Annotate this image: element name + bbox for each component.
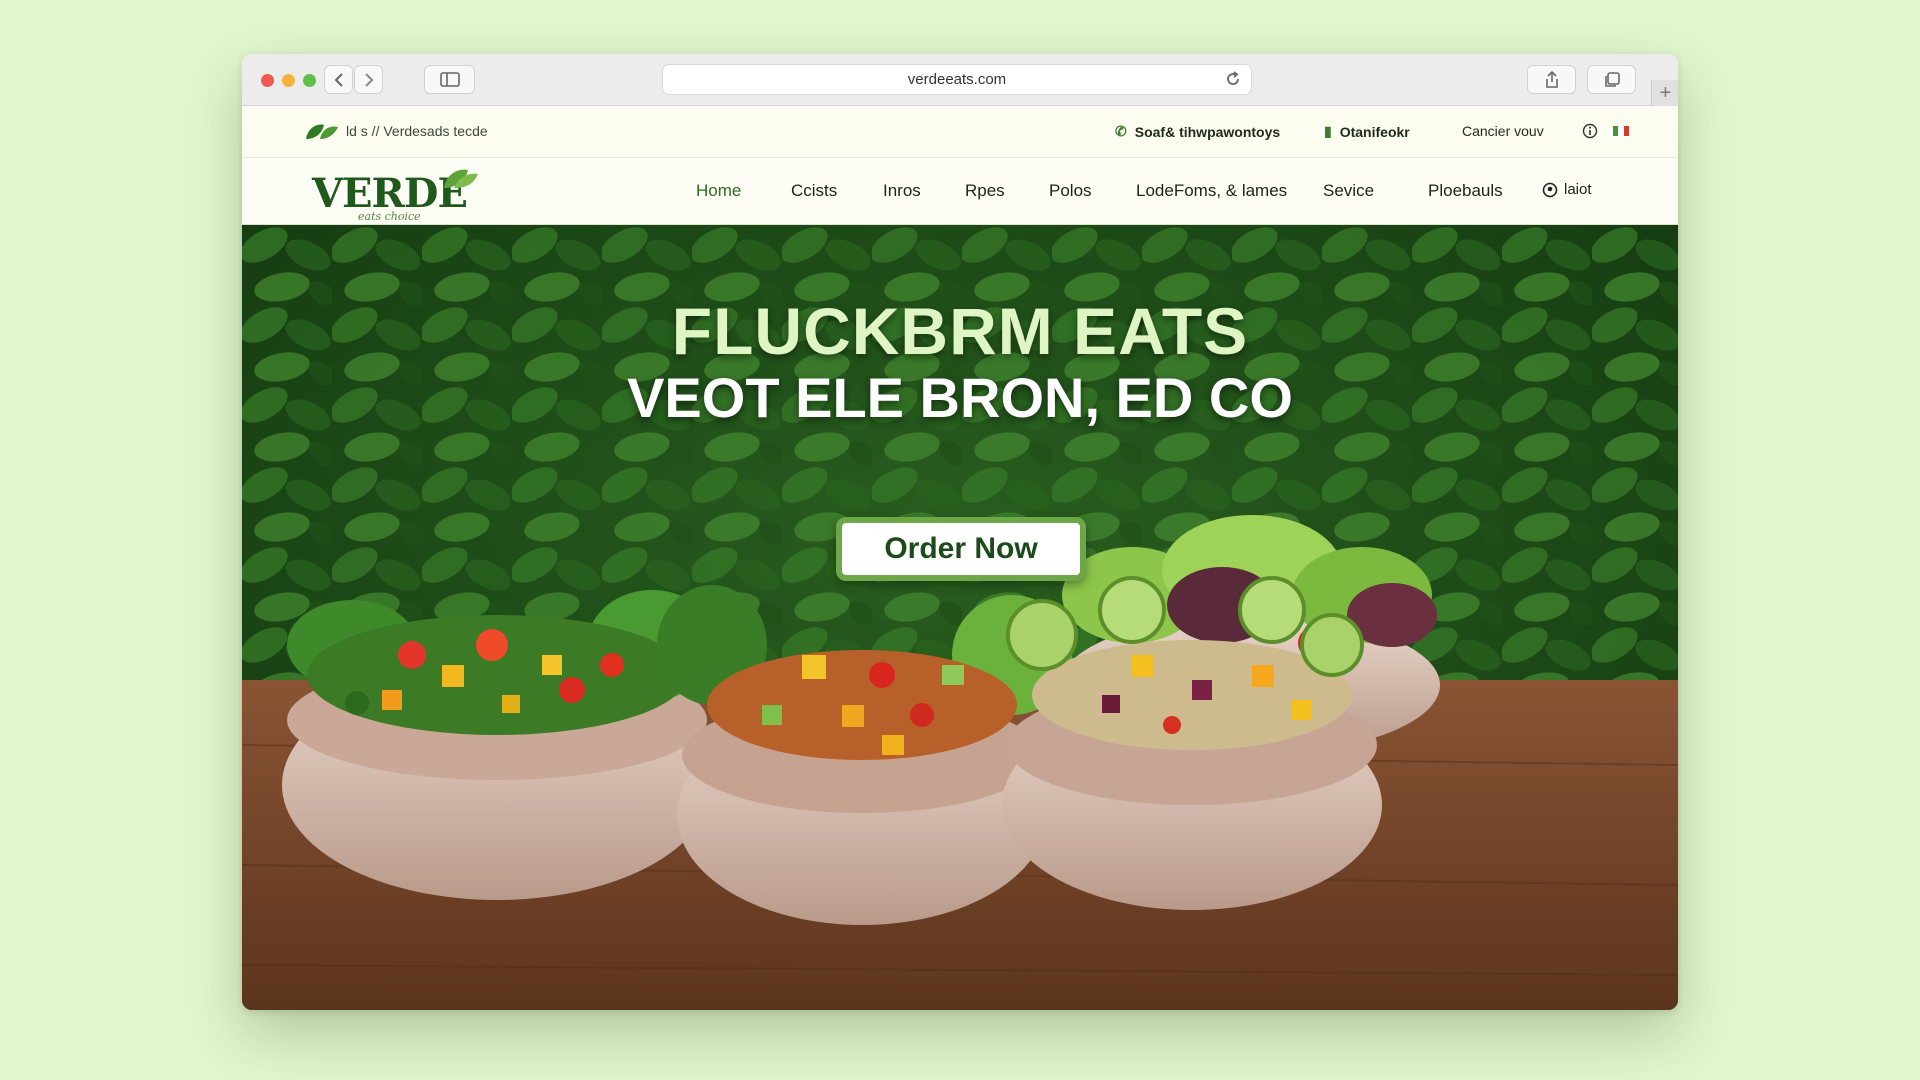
order-now-button[interactable]: Order Now (836, 517, 1086, 581)
chevron-left-icon (334, 72, 343, 87)
nav-account-label: laiot (1564, 181, 1592, 198)
user-icon (1542, 182, 1558, 197)
forward-button[interactable] (354, 65, 383, 94)
back-button[interactable] (324, 65, 353, 94)
nav-item-5[interactable]: Polos (1049, 181, 1092, 201)
leaf-logo-icon (306, 124, 338, 139)
tabs-icon (1604, 71, 1620, 87)
nav-item-6[interactable]: LodeFoms, & lames (1136, 181, 1287, 201)
reload-icon[interactable] (1225, 71, 1241, 92)
flag-icon (1613, 126, 1629, 136)
topbar-link-2[interactable]: ▮ Otanifeokr (1324, 123, 1410, 140)
topbar-link-2-text: Otanifeokr (1339, 123, 1410, 140)
site-tagline: ld s // Verdesads tecde (346, 123, 488, 139)
new-tab-button[interactable]: + (1651, 80, 1678, 106)
maximize-window-button[interactable] (303, 74, 316, 87)
main-navbar: VERDE eats choice Home Ccists Inros Rpes… (242, 158, 1678, 225)
topbar-link-3[interactable]: Cancier vouv (1462, 123, 1544, 139)
nav-item-3[interactable]: Inros (883, 181, 921, 201)
hero-title: FLUCKBRM EATS (671, 294, 1249, 368)
hero-subtitle: VEOT ELE BRON, ED CO (627, 366, 1293, 429)
nav-item-4[interactable]: Rpes (965, 181, 1005, 201)
address-bar[interactable]: verdeeats.com (662, 64, 1252, 95)
browser-toolbar: verdeeats.com + (242, 54, 1678, 106)
nav-item-2[interactable]: Ccists (791, 181, 837, 201)
nav-account[interactable]: laiot (1542, 181, 1592, 198)
info-icon (1582, 123, 1598, 139)
info-button[interactable] (1582, 123, 1598, 139)
sidebar-icon (439, 72, 460, 87)
bookmark-icon: ▮ (1324, 123, 1332, 139)
minimize-window-button[interactable] (282, 74, 295, 87)
nav-menu: Home Ccists Inros Rpes Polos LodeFoms, &… (242, 158, 1678, 224)
tabs-overview-button[interactable] (1587, 65, 1636, 94)
plus-icon: + (1659, 81, 1672, 104)
chevron-right-icon (364, 72, 373, 87)
hero-section: FLUCKBRM EATS VEOT ELE BRON, ED CO Order… (242, 225, 1678, 1010)
sidebar-toggle-button[interactable] (424, 65, 475, 94)
share-icon (1545, 70, 1558, 88)
browser-window: verdeeats.com + ld s // Verdesads tecde … (242, 54, 1678, 1010)
contact-text: Soaf& tihwpawontoys (1134, 123, 1281, 140)
language-selector[interactable] (1613, 126, 1629, 136)
topbar-link-3-text: Cancier vouv (1462, 123, 1544, 139)
nav-item-service[interactable]: Sevice (1323, 181, 1374, 201)
share-button[interactable] (1527, 65, 1576, 94)
site-topbar: ld s // Verdesads tecde ✆ Soaf& tihwpawo… (242, 106, 1678, 158)
close-window-button[interactable] (261, 74, 274, 87)
nav-item-8[interactable]: Ploebauls (1428, 181, 1503, 201)
nav-home[interactable]: Home (696, 181, 741, 201)
contact-link[interactable]: ✆ Soaf& tihwpawontoys (1115, 123, 1280, 140)
url-text: verdeeats.com (907, 71, 1007, 88)
phone-icon: ✆ (1115, 123, 1127, 139)
